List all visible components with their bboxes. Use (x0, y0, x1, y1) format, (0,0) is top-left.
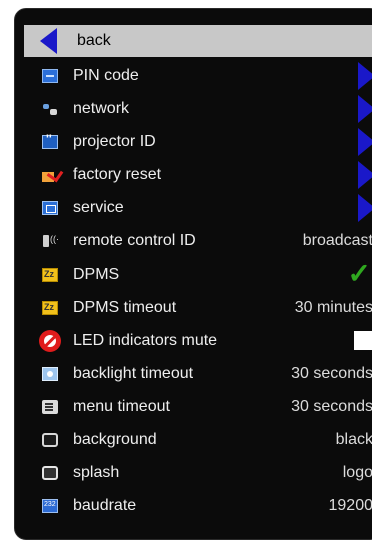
menu-item-service[interactable]: service (24, 191, 372, 224)
menu-item-value[interactable]: black (336, 431, 372, 449)
back-button[interactable]: back (24, 25, 372, 57)
menu-item-label: LED indicators mute (73, 332, 372, 350)
menu-item-label: DPMS (73, 266, 372, 284)
menu-item-pin-code[interactable]: PIN code (24, 59, 372, 92)
menu-item-label: baudrate (73, 497, 372, 515)
menu-item-value[interactable]: 19200 (329, 497, 372, 515)
submenu-arrow-icon[interactable] (358, 62, 372, 90)
menu-item-label: factory reset (73, 166, 372, 184)
menu-item-factory-reset[interactable]: factory reset (24, 158, 372, 191)
settings-menu-panel: back PIN code network projector ID facto… (14, 8, 372, 540)
back-label: back (77, 32, 111, 50)
menu-item-value[interactable]: 30 minutes (295, 299, 372, 317)
splash-icon (42, 466, 58, 480)
menu-timeout-icon (42, 400, 58, 414)
remote-control-icon (42, 234, 58, 248)
pin-code-icon (42, 69, 58, 83)
menu-item-baudrate[interactable]: baudrate 19200 (24, 489, 372, 522)
menu-item-splash[interactable]: splash logo (24, 456, 372, 489)
menu-item-label: splash (73, 464, 372, 482)
checkbox-unchecked[interactable] (354, 331, 372, 350)
menu-item-dpms-timeout[interactable]: DPMS timeout 30 minutes (24, 291, 372, 324)
led-mute-icon (39, 330, 61, 352)
menu-item-menu-timeout[interactable]: menu timeout 30 seconds (24, 390, 372, 423)
background-icon (42, 433, 58, 447)
menu-item-label: network (73, 100, 372, 118)
checkmark-icon[interactable]: ✓ (348, 259, 371, 289)
network-icon (42, 102, 58, 116)
factory-reset-icon (42, 168, 58, 182)
menu-item-label: PIN code (73, 67, 372, 85)
service-icon (42, 201, 58, 215)
submenu-arrow-icon[interactable] (358, 161, 372, 189)
submenu-arrow-icon[interactable] (358, 128, 372, 156)
menu-item-value[interactable]: broadcast (303, 232, 372, 250)
menu-item-label: background (73, 431, 372, 449)
menu-item-value[interactable]: 30 seconds (291, 398, 372, 416)
menu-item-led-indicators-mute[interactable]: LED indicators mute (24, 324, 372, 357)
menu-item-label: projector ID (73, 133, 372, 151)
menu-item-remote-control-id[interactable]: remote control ID broadcast (24, 224, 372, 257)
menu-item-backlight-timeout[interactable]: backlight timeout 30 seconds (24, 357, 372, 390)
menu-item-label: service (73, 199, 372, 217)
menu-item-value[interactable]: logo (343, 464, 372, 482)
menu-item-network[interactable]: network (24, 92, 372, 125)
projector-id-icon (42, 135, 58, 149)
menu-item-projector-id[interactable]: projector ID (24, 125, 372, 158)
menu-item-value[interactable]: 30 seconds (291, 365, 372, 383)
submenu-arrow-icon[interactable] (358, 95, 372, 123)
menu-item-background[interactable]: background black (24, 423, 372, 456)
baudrate-icon (42, 499, 58, 513)
dpms-icon (42, 268, 58, 282)
submenu-arrow-icon[interactable] (358, 194, 372, 222)
dpms-timeout-icon (42, 301, 58, 315)
menu-item-dpms[interactable]: DPMS ✓ (24, 258, 372, 291)
backlight-icon (42, 367, 58, 381)
back-arrow-icon (40, 28, 57, 54)
